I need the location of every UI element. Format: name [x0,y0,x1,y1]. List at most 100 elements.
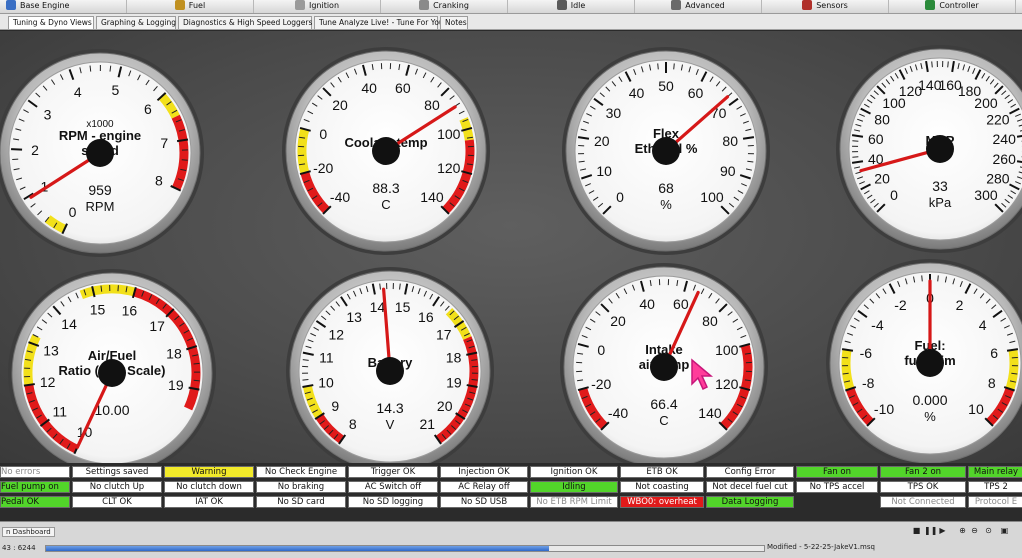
menu-cranking[interactable]: Cranking [381,0,508,13]
gauge-tick-label: 50 [658,78,674,94]
tab-tune-analyze-live-tune-for-you[interactable]: Tune Analyze Live! - Tune For You [314,16,444,29]
advanced-gear-icon [671,0,682,10]
gauge-minor-tick [931,61,933,68]
menu-label: Sensors [816,0,848,10]
dashboard-tab-label[interactable]: n Dashboard [2,527,55,537]
gauge-dashboard: 012345678x1000RPM - enginespeed959RPM-40… [0,31,1022,463]
gauge-minor-tick [471,378,478,381]
menu-label: Idle [570,0,586,10]
indicator-main-relay: Main relay [968,466,1022,478]
gauge-tick-label: 0 [890,187,898,203]
gauge-6: -40-20020406080100120140Intakeair temp66… [560,263,768,463]
gauge-tick-label: 100 [715,342,739,358]
gauge-tick-label: 120 [437,160,461,176]
gauge-tick-label: 8 [988,375,996,391]
indicator-not-coasting: Not coasting [620,481,704,493]
gauge-tick-label: 2 [31,142,39,158]
zoom-reset-icon[interactable]: ⊙ [984,526,993,535]
gauge-tick-label: 20 [594,133,610,149]
indicator-clt-ok: CLT OK [72,496,162,508]
menu-controller[interactable]: Controller [889,0,1016,13]
gauge-tick-label: 260 [993,151,1017,167]
menu-advanced[interactable]: Advanced [635,0,762,13]
zoom-in-icon[interactable]: ⊕ [958,526,967,535]
gauge-tick-label: 18 [166,345,182,361]
gauge-tick-label: -2 [894,297,907,313]
tab-tuning-dyno-views[interactable]: Tuning & Dyno Views [8,16,94,29]
menu-idle[interactable]: Idle [508,0,635,13]
gauge-hub [926,135,954,163]
gauge-tick-label: 140 [420,189,444,205]
play-icon[interactable]: ▶ [938,526,947,535]
gauge-tick-label: 19 [446,375,462,391]
gauge-7: -10-8-6-4-20246810Fuel:fuel trim0.000% [826,259,1022,463]
gauge-tick-label: 200 [974,95,998,111]
gauge-tick-label: 14 [61,316,77,332]
menu-fuel[interactable]: Fuel [127,0,254,13]
gauge-1: -40-2002040 6080100120140Coolant temp88.3… [282,47,490,255]
gauge-tick-label: -20 [313,160,333,176]
tuning-app-window: Base Engine Fuel Ignition Cranking Idle Advan… [0,0,1022,558]
menu-base-engine[interactable]: Base Engine [0,0,127,13]
tune-file-name: Modified - 5-22-25-JakeV1.msq [767,543,875,551]
spark-plug-icon [294,0,305,10]
stop-icon[interactable]: ■ [912,526,921,535]
expand-icon[interactable]: ▣ [1000,526,1009,535]
gauge-tick-label: 16 [122,302,138,318]
gauge-tick-label: 40 [639,296,655,312]
gauge-tick-label: 60 [673,296,689,312]
tab-graphing-logging[interactable]: Graphing & Logging [96,16,176,29]
gauge-tick-label: 20 [332,97,348,113]
tab-notes[interactable]: Notes [440,16,468,29]
zoom-out-icon[interactable]: ⊖ [970,526,979,535]
indicator-ac-switch-off: AC Switch off [348,481,438,493]
gauge-minor-tick [937,275,939,282]
menu-ignition[interactable]: Ignition [254,0,381,13]
gauge-tick-label: 120 [715,376,739,392]
gauge-minor-tick [399,283,401,290]
gauge-value: 14.3 [376,400,403,416]
gauge-tick-label: 80 [874,111,890,127]
gauge-tick-label: 80 [702,313,718,329]
indicator-no-etb-rpm-limit: No ETB RPM Limit [530,496,618,508]
indicator-fan-2-on: Fan 2 on [880,466,966,478]
gauge-tick-label: 40 [629,85,645,101]
gauge-value: 959 [88,182,112,198]
gauge-hub [916,349,944,377]
gauge-tick-label: 40 [361,80,377,96]
menu-sensors[interactable]: Sensors [762,0,889,13]
gauge-0: 012345678x1000RPM - enginespeed959RPM [0,49,204,257]
gauge-value: 10.00 [94,402,129,418]
indicator-injection-ok: Injection OK [440,466,528,478]
gauge-minor-tick [379,283,381,290]
gauge-tick-label: 4 [979,317,987,333]
indicator-warning: Warning [164,466,254,478]
menu-label: Ignition [308,0,340,10]
gauge-tick-label: 0 [597,342,605,358]
indicator-etb-ok: ETB OK [620,466,704,478]
gauge-band-low-warn [841,349,855,391]
gauge-tick-label: 11 [319,350,334,366]
gauge-hub [372,137,400,165]
gauge-tick-label: 11 [53,404,68,420]
idle-icon [556,0,567,10]
gauge-tick-label: 13 [346,309,362,325]
gauge-tick-label: -20 [591,376,611,392]
mouse-pointer-icon [691,358,714,391]
gauge-tick-label: 17 [149,318,165,334]
gauge-value: 33 [932,178,948,194]
gauge-hub [650,353,678,381]
gauge-tick-label: 80 [722,133,738,149]
gauge-tick-label: 10 [318,375,334,391]
pause-icon[interactable]: ❚❚ [924,526,937,535]
gauge-tick-label: 6 [144,101,152,117]
gauge-hub [376,357,404,385]
indicator-no-sd-card: No SD card [256,496,346,508]
indicator-tps-ok: TPS OK [880,481,966,493]
gauge-tick-label: 60 [688,85,704,101]
gauge-4: 10111213141516171819Air/FuelRatio (Gas S… [8,269,216,463]
tab-diagnostics-high-speed-loggers[interactable]: Diagnostics & High Speed Loggers [178,16,312,29]
indicator-data-logging: Data Logging [706,496,794,508]
indicator-no-tps-accel: No TPS accel [796,481,878,493]
gauge-2: 0102030405060708090100FlexEthanol %68% [562,47,770,255]
